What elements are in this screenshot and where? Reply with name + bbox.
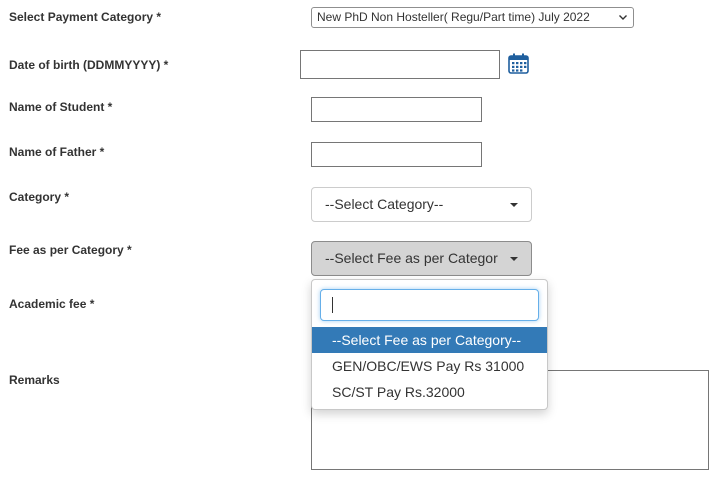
chevron-down-icon	[619, 15, 627, 20]
caret-down-icon	[510, 203, 518, 207]
student-name-input[interactable]	[311, 97, 482, 122]
payment-category-select[interactable]: New PhD Non Hosteller( Regu/Part time) J…	[311, 7, 634, 28]
category-select[interactable]: --Select Category--	[311, 187, 532, 222]
caret-down-icon	[510, 257, 518, 261]
label-payment-category: Select Payment Category *	[9, 10, 162, 24]
label-name-of-student: Name of Student *	[9, 100, 113, 114]
dropdown-option[interactable]: SC/ST Pay Rs.32000	[312, 379, 547, 405]
label-remarks: Remarks	[9, 373, 60, 387]
label-date-of-birth: Date of birth (DDMMYYYY) *	[9, 58, 169, 72]
label-academic-fee: Academic fee *	[9, 297, 95, 311]
dropdown-option[interactable]: --Select Fee as per Category--	[312, 327, 547, 353]
category-select-value: --Select Category--	[325, 196, 444, 212]
father-name-input[interactable]	[311, 142, 482, 167]
payment-category-value: New PhD Non Hosteller( Regu/Part time) J…	[317, 10, 590, 24]
label-name-of-father: Name of Father *	[9, 145, 105, 159]
fee-category-dropdown-menu: --Select Fee as per Category-- GEN/OBC/E…	[311, 279, 548, 410]
label-category: Category *	[9, 190, 70, 204]
label-fee-as-per-category: Fee as per Category *	[9, 243, 132, 257]
fee-category-select[interactable]: --Select Fee as per Categor	[311, 241, 532, 276]
fee-category-select-value: --Select Fee as per Categor	[325, 250, 498, 266]
date-of-birth-input[interactable]	[300, 50, 500, 79]
dropdown-search-input[interactable]	[320, 289, 539, 321]
calendar-icon[interactable]	[507, 52, 530, 75]
dropdown-option[interactable]: GEN/OBC/EWS Pay Rs 31000	[312, 353, 547, 379]
text-cursor	[332, 297, 333, 313]
